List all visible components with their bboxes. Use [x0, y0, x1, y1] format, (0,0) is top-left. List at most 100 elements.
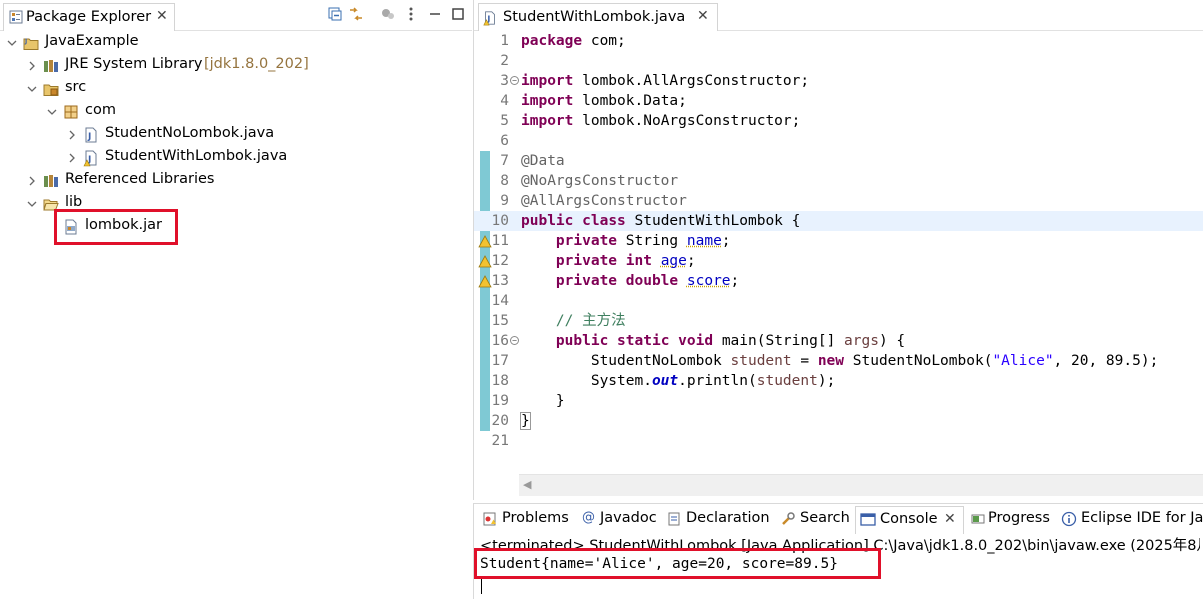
- tab-javadoc[interactable]: @ Javadoc: [582, 509, 662, 531]
- line-number: 20: [491, 413, 509, 429]
- tab-console[interactable]: Console ✕: [855, 506, 964, 534]
- tab-label: Declaration: [686, 510, 770, 526]
- tree-item-referenced-libraries[interactable]: Referenced Libraries: [0, 170, 470, 192]
- line-number: 7: [500, 153, 509, 169]
- code-line-text: }: [521, 393, 565, 409]
- tab-progress[interactable]: Progress: [970, 509, 1052, 531]
- code-line: 19 }: [474, 391, 1203, 411]
- line-number: 18: [491, 373, 509, 389]
- java-file-warning-icon: J: [83, 150, 97, 167]
- line-number: 12: [491, 253, 509, 269]
- chevron-right-icon[interactable]: [26, 175, 38, 187]
- line-number: 4: [500, 93, 509, 109]
- fold-collapse-icon[interactable]: −: [510, 76, 519, 85]
- code-line-text: StudentNoLombok student = new StudentNoL…: [521, 353, 1159, 369]
- tree-item-jre-system-library[interactable]: JRE System Library [jdk1.8.0_202]: [0, 55, 470, 77]
- code-line: 16− public static void main(String[] arg…: [474, 331, 1203, 351]
- java-file-warning-icon: J: [483, 11, 495, 26]
- line-number: 17: [491, 353, 509, 369]
- chevron-right-icon[interactable]: [66, 129, 78, 141]
- code-line-text: @AllArgsConstructor: [521, 193, 687, 209]
- line-number: 16: [491, 333, 509, 349]
- code-line: 1 package com;: [474, 31, 1203, 51]
- tab-label: Eclipse IDE for Jav: [1081, 510, 1203, 526]
- collapse-all-icon[interactable]: [327, 6, 343, 22]
- tab-label: Problems: [502, 510, 569, 526]
- code-line-text: public static void main(String[] args) {: [555, 333, 906, 349]
- code-line: 20}: [474, 411, 1203, 431]
- filter-icon[interactable]: [380, 6, 396, 22]
- code-line-text: private double score;: [555, 273, 740, 289]
- code-line: 11 private String name;: [474, 231, 1203, 251]
- line-number: 21: [491, 433, 509, 449]
- fold-collapse-icon[interactable]: −: [510, 336, 519, 345]
- code-line-text: import lombok.NoArgsConstructor;: [521, 113, 801, 129]
- maximize-icon[interactable]: [450, 6, 466, 22]
- declaration-icon: [668, 512, 680, 526]
- tree-item-label: JRE System Library: [65, 56, 203, 72]
- info-icon: [1061, 511, 1077, 527]
- close-icon[interactable]: ✕: [156, 8, 168, 24]
- tab-studentwithlombok-java[interactable]: J StudentWithLombok.java ✕: [478, 3, 718, 31]
- tab-problems[interactable]: Problems: [482, 509, 574, 531]
- line-number: 14: [491, 293, 509, 309]
- tree-item-studentnolombok[interactable]: J StudentNoLombok.java: [0, 124, 470, 146]
- line-number: 3: [500, 73, 509, 89]
- tab-search[interactable]: Search: [780, 509, 852, 531]
- source-folder-icon: [43, 84, 59, 96]
- code-area[interactable]: 1 package com; 2 3− import lombok.AllArgsC…: [474, 31, 1203, 471]
- line-number: 1: [500, 33, 509, 49]
- chevron-down-icon[interactable]: [26, 83, 38, 95]
- tree-item-label: com: [85, 102, 116, 118]
- chevron-down-icon[interactable]: [26, 198, 38, 210]
- progress-icon: [971, 514, 985, 524]
- chevron-right-icon[interactable]: [66, 152, 78, 164]
- link-with-editor-icon[interactable]: [348, 6, 364, 22]
- code-line-text: private String name;: [555, 233, 731, 249]
- tab-package-explorer[interactable]: Package Explorer ✕: [3, 3, 175, 31]
- close-icon[interactable]: ✕: [944, 511, 956, 527]
- code-line-text: import lombok.AllArgsConstructor;: [521, 73, 810, 89]
- chevron-down-icon[interactable]: [46, 106, 58, 118]
- tab-declaration[interactable]: Declaration: [666, 509, 770, 531]
- code-line-text: import lombok.Data;: [521, 93, 687, 109]
- chevron-right-icon[interactable]: [26, 60, 38, 72]
- tree-item-label: Referenced Libraries: [65, 171, 215, 187]
- minimize-icon[interactable]: [427, 6, 443, 22]
- search-icon: [782, 512, 795, 525]
- code-line-current: 10 public class StudentWithLombok {: [474, 211, 1203, 231]
- tree-item-studentwithlombok[interactable]: J StudentWithLombok.java: [0, 147, 470, 169]
- tree-item-label: StudentWithLombok.java: [105, 148, 288, 164]
- view-menu-icon[interactable]: [403, 6, 419, 22]
- line-number: 5: [500, 113, 509, 129]
- chevron-down-icon[interactable]: [6, 37, 18, 49]
- horizontal-scrollbar[interactable]: ◀: [519, 474, 1203, 496]
- line-number: 13: [491, 273, 509, 289]
- tree-item-src[interactable]: src: [0, 78, 470, 100]
- tab-label: Javadoc: [600, 510, 657, 526]
- code-line-text: package com;: [521, 33, 626, 49]
- bottom-panel: Problems @ Javadoc Declaration Search Co…: [473, 503, 1203, 599]
- line-number: 9: [500, 193, 509, 209]
- close-icon[interactable]: ✕: [697, 8, 709, 24]
- tab-eclipse-ide[interactable]: Eclipse IDE for Jav: [1061, 509, 1203, 531]
- code-line-text: private int age;: [555, 253, 696, 269]
- code-line: 4 import lombok.Data;: [474, 91, 1203, 111]
- code-line-text: @Data: [521, 153, 565, 169]
- code-line: 8 @NoArgsConstructor: [474, 171, 1203, 191]
- tree-item-label: src: [65, 79, 87, 95]
- line-number: 15: [491, 313, 509, 329]
- scroll-left-icon[interactable]: ◀: [523, 478, 531, 491]
- tab-label: Console: [880, 511, 938, 527]
- editor-tab-label: StudentWithLombok.java: [503, 9, 686, 25]
- tree-item-javaexample[interactable]: J JavaExample: [0, 32, 470, 54]
- tree-item-com[interactable]: com: [0, 101, 470, 123]
- tab-package-explorer-label: Package Explorer: [26, 9, 152, 25]
- line-number: 2: [500, 53, 509, 69]
- svg-text:J: J: [24, 38, 27, 45]
- code-line-text: System.out.println(student);: [521, 373, 836, 389]
- code-line-text: // 主方法: [521, 313, 626, 329]
- code-line: 17 StudentNoLombok student = new Student…: [474, 351, 1203, 371]
- package-explorer-tabbar: Package Explorer ✕: [0, 0, 472, 31]
- library-icon: [44, 60, 58, 72]
